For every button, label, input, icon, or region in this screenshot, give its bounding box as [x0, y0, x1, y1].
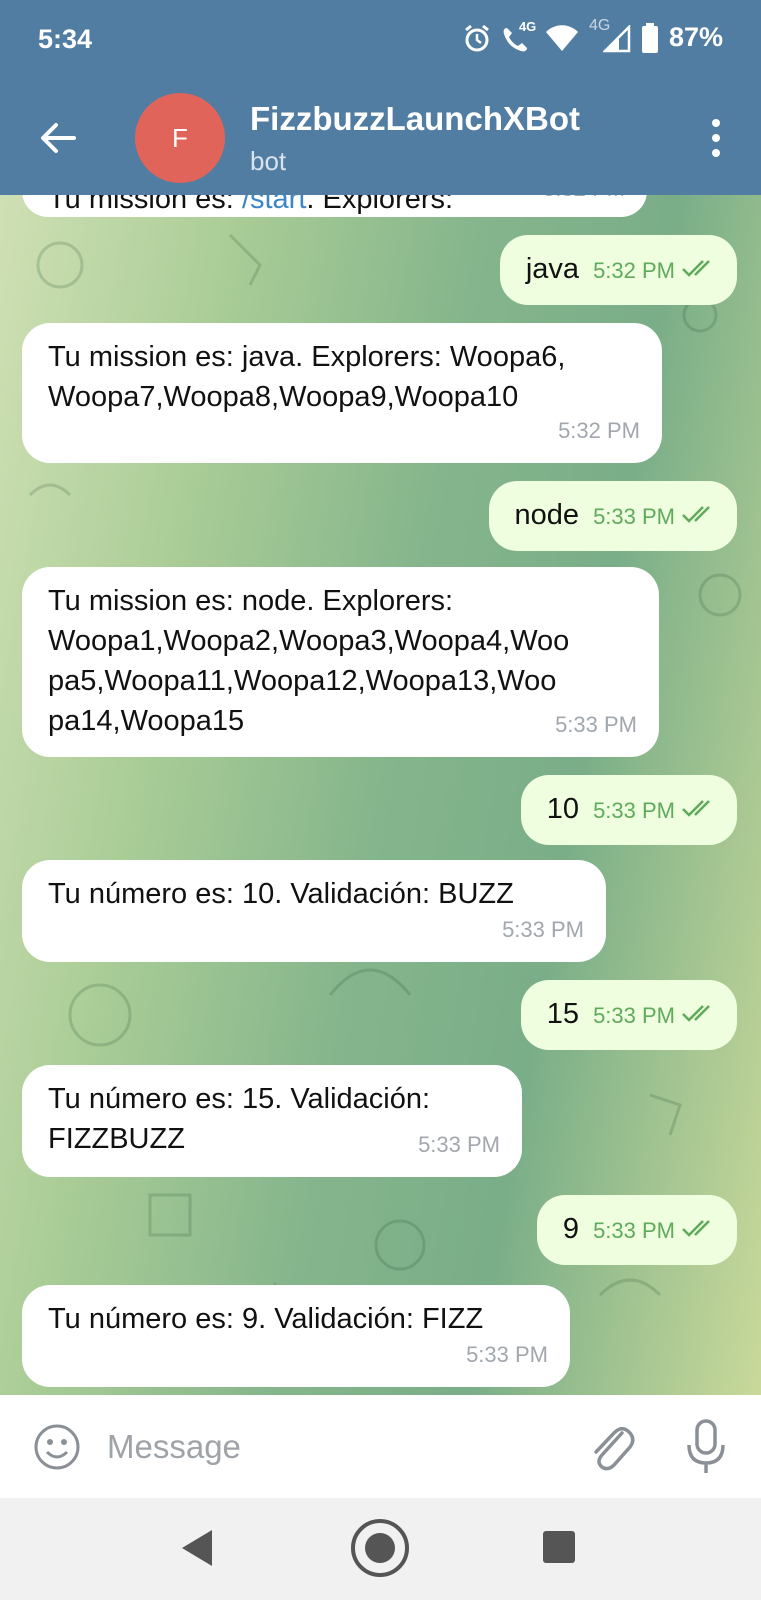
avatar[interactable]: F [135, 93, 225, 183]
partial-text-before: Tu mission es: [48, 195, 242, 215]
more-vert-icon[interactable] [709, 118, 723, 158]
outgoing-message: 10 5:33 PM [520, 775, 737, 845]
back-arrow-icon[interactable] [36, 116, 80, 160]
message-time: 5:32 PM [558, 418, 640, 443]
avatar-letter: F [172, 122, 188, 153]
recents-square-icon[interactable] [543, 1531, 575, 1563]
message-text: Tu mission es: node. Explorers: Woopa1,W… [48, 585, 570, 737]
outgoing-message: 15 5:33 PM [520, 980, 737, 1050]
message-time: 5:32 PM [593, 258, 675, 283]
message-time: 5:33 PM [555, 712, 637, 737]
message-time: 5:33 PM [593, 1218, 675, 1243]
message-time: 5:33 PM [502, 917, 584, 942]
outgoing-message: java 5:32 PM [499, 235, 737, 305]
chat-history[interactable]: Tu mission es: /start. Explorers: 5:32 P… [0, 195, 761, 1395]
message-partial: Tu mission es: /start. Explorers: 5:32 P… [22, 195, 647, 217]
outgoing-message: node 5:33 PM [488, 481, 737, 551]
message-time: 5:33 PM [466, 1342, 548, 1367]
message-time: 5:33 PM [593, 798, 675, 823]
message-input[interactable] [105, 1421, 529, 1473]
message-text: 10 [546, 793, 580, 825]
double-check-icon [682, 1220, 710, 1237]
message-text: 15 [546, 998, 580, 1030]
incoming-message: Tu número es: 10. Validación: BUZZ 5:33 … [22, 860, 606, 962]
message-text: Tu número es: 9. Validación: FIZZ [48, 1303, 484, 1335]
chat-title[interactable]: FizzbuzzLaunchXBot [250, 100, 580, 138]
double-check-icon [682, 1005, 710, 1022]
incoming-message: Tu mission es: node. Explorers: Woopa1,W… [22, 567, 659, 757]
message-time: 5:33 PM [593, 1003, 675, 1028]
message-text: node [514, 499, 580, 531]
chat-header: F FizzbuzzLaunchXBot bot [0, 80, 761, 195]
incoming-message: Tu número es: 9. Validación: FIZZ 5:33 P… [22, 1285, 570, 1387]
incoming-message: Tu número es: 15. Validación: FIZZBUZZ 5… [22, 1065, 522, 1177]
chat-subtitle: bot [250, 146, 287, 176]
message-time: 5:33 PM [593, 504, 675, 529]
back-triangle-icon[interactable] [180, 1528, 214, 1568]
paperclip-icon[interactable] [586, 1419, 636, 1473]
signal-icon: 4G [589, 17, 631, 53]
message-composer [0, 1395, 761, 1498]
message-text: Tu mission es: java. Explorers: Woopa6, … [48, 341, 566, 413]
wifi-icon [545, 24, 578, 51]
double-check-icon [682, 506, 710, 523]
network-label: 4G [518, 18, 537, 34]
home-circle-icon[interactable] [350, 1518, 410, 1578]
start-command-link[interactable]: /start [242, 195, 306, 215]
emoji-icon[interactable] [32, 1422, 82, 1472]
status-time: 5:34 [38, 24, 93, 54]
message-time: 5:32 PM [543, 195, 625, 209]
double-check-icon [682, 800, 710, 817]
message-time: 5:33 PM [418, 1132, 500, 1157]
message-text: java [525, 253, 580, 285]
battery-icon [641, 22, 658, 53]
volte-call-icon: 4G [501, 19, 536, 53]
microphone-icon[interactable] [686, 1419, 726, 1475]
alarm-icon [465, 24, 489, 51]
status-icons: 4G 4G 87% [463, 17, 723, 53]
incoming-message: Tu mission es: java. Explorers: Woopa6, … [22, 323, 662, 463]
message-text: 9 [562, 1213, 580, 1245]
system-nav-bar [0, 1498, 761, 1600]
partial-text-after: . Explorers: [306, 195, 454, 215]
battery-percent: 87% [668, 22, 723, 52]
message-text: Tu número es: 10. Validación: BUZZ [48, 878, 514, 910]
status-bar: 5:34 4G 4G 87% [0, 0, 761, 80]
double-check-icon [682, 260, 710, 277]
outgoing-message: 9 5:33 PM [536, 1195, 737, 1265]
